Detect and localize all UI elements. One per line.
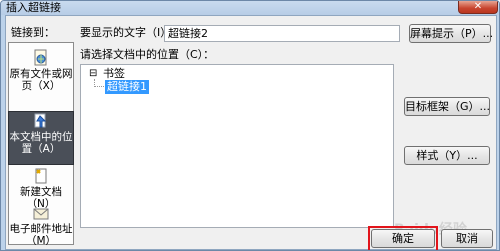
tree-connector (94, 86, 104, 88)
sidebar-item-label: 电子邮件地址（M） (9, 223, 73, 247)
sidebar-item-label: 本文档中的位置（A） (9, 131, 73, 155)
sidebar-item-new-document[interactable]: 新建文档（N） (9, 167, 73, 210)
target-frame-button[interactable]: 目标框架（G）... (404, 97, 490, 116)
display-text-field[interactable]: 超链接2 (164, 25, 400, 42)
tree-node-selected[interactable]: 超链接1 (105, 80, 149, 94)
existing-file-icon (34, 49, 47, 66)
position-label: 请选择文档中的位置（C）： (80, 48, 215, 61)
title-bar[interactable]: 插入超链接 ✕ (1, 1, 499, 15)
tree-node-bookmarks[interactable]: 书签 (103, 67, 125, 81)
display-text-value: 超链接2 (168, 27, 208, 40)
style-button[interactable]: 样式（Y）... (404, 146, 490, 165)
sidebar-item-label: 原有文件或网页（X） (9, 68, 73, 92)
insert-hyperlink-dialog: 插入超链接 ✕ 链接到： 要显示的文字（I）： 超链接2 屏幕提示（P）... … (0, 0, 500, 251)
dialog-title: 插入超链接 (6, 1, 61, 14)
new-document-icon (35, 168, 47, 184)
ok-button[interactable]: 确定 (371, 229, 435, 248)
link-type-sidebar: 原有文件或网页（X） 本文档中的位置（A） 新建文档（N） 电子邮件地址（M） (8, 42, 74, 247)
email-icon (33, 208, 49, 220)
close-button[interactable]: ✕ (458, 1, 498, 14)
dialog-body: 链接到： 要显示的文字（I）： 超链接2 屏幕提示（P）... 请选择文档中的位… (5, 15, 497, 250)
document-place-icon (34, 113, 47, 128)
sidebar-item-email[interactable]: 电子邮件地址（M） (9, 206, 73, 247)
link-to-label: 链接到： (11, 26, 55, 39)
close-icon: ✕ (473, 1, 483, 12)
display-text-label: 要显示的文字（I）： (80, 26, 177, 39)
cancel-button[interactable]: 取消 (441, 229, 493, 248)
sidebar-item-existing-file[interactable]: 原有文件或网页（X） (9, 49, 73, 101)
screen-tip-button[interactable]: 屏幕提示（P）... (409, 24, 493, 43)
sidebar-item-document-place[interactable]: 本文档中的位置（A） (8, 111, 74, 165)
document-position-tree[interactable]: ⊟ 书签 超链接1 (80, 64, 394, 228)
